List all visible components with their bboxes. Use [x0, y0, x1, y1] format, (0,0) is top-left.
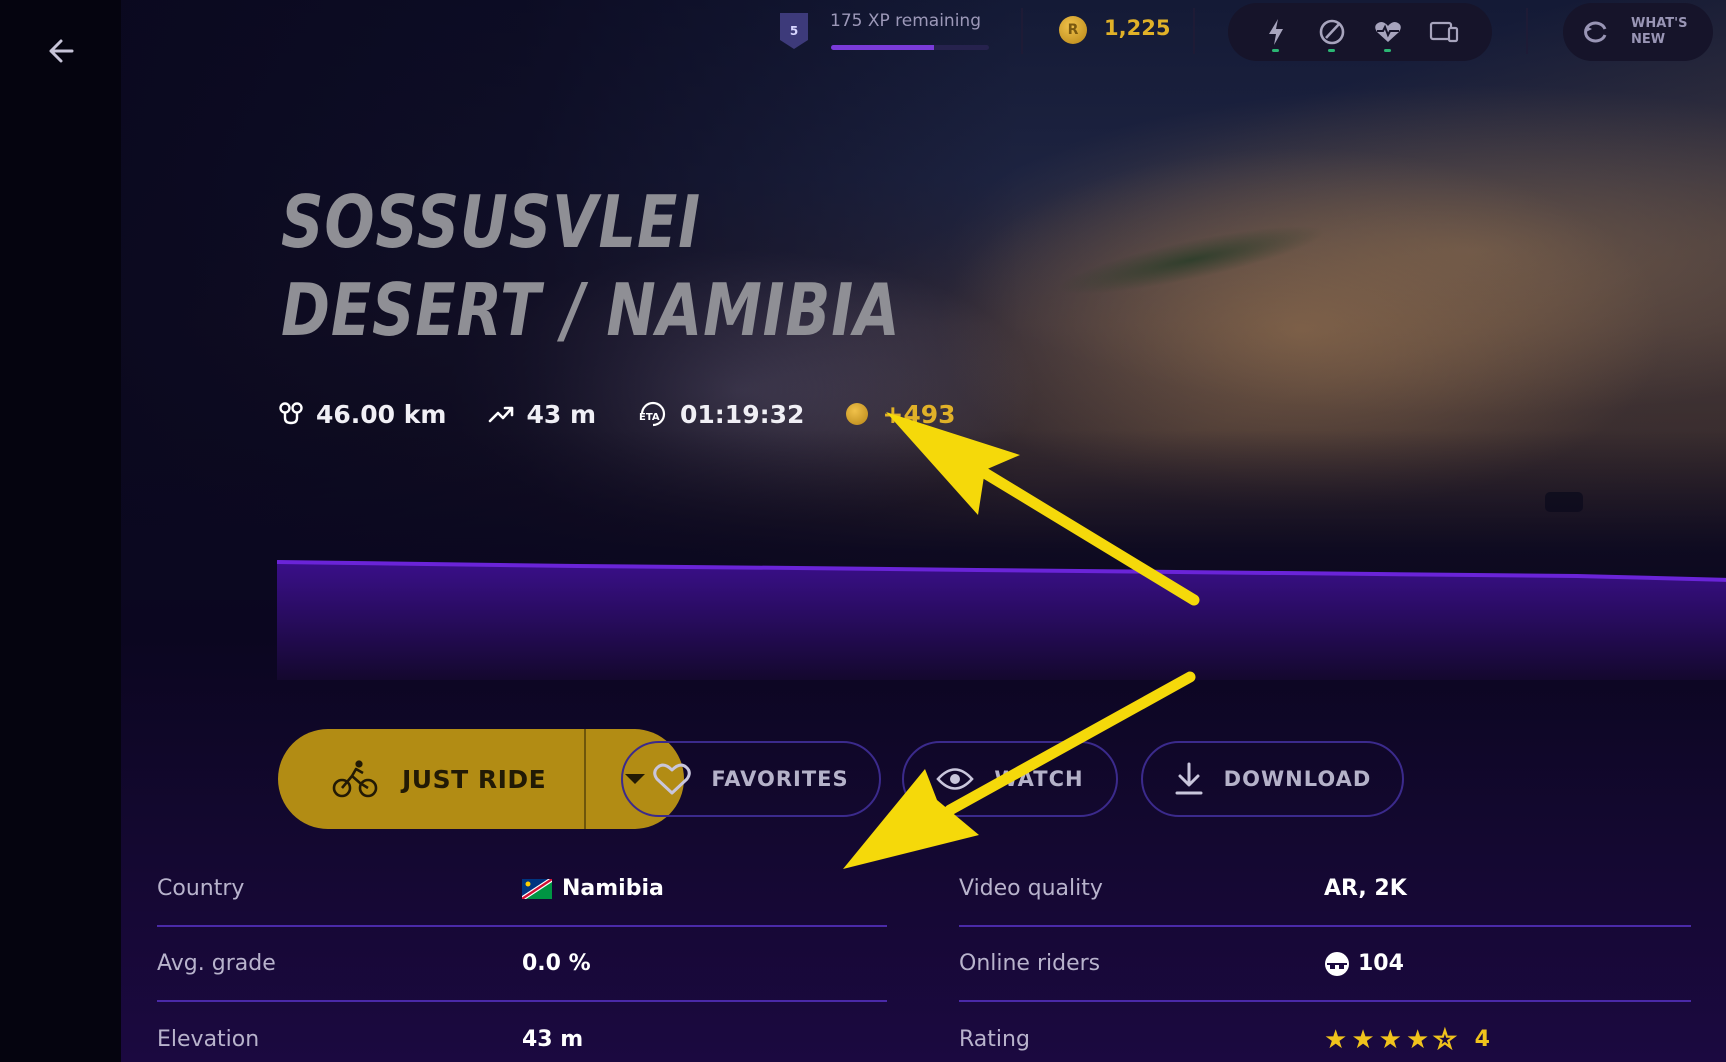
- power-meter-button[interactable]: [1256, 12, 1296, 52]
- elevation-stat: 43 m: [488, 400, 596, 429]
- watch-label: WATCH: [994, 767, 1084, 791]
- eta-stat: ETA 01:19:32: [638, 400, 804, 429]
- elevation-gain-value: 43 m: [526, 399, 597, 429]
- download-button[interactable]: DOWNLOAD: [1141, 741, 1404, 817]
- xp-remaining-text: 175 XP remaining: [830, 11, 981, 31]
- connected-indicator: [1272, 49, 1279, 52]
- devices-icon: [1429, 21, 1459, 43]
- level-badge: 5: [780, 13, 808, 49]
- detail-label: Elevation: [157, 1027, 260, 1052]
- bicycle-icon: [332, 760, 378, 798]
- left-rail: [0, 0, 121, 1062]
- devices-button[interactable]: [1424, 12, 1464, 52]
- coin-icon: [846, 403, 869, 425]
- route-pin-icon: [279, 402, 303, 425]
- detail-row-elevation: Elevation 43 m: [157, 1002, 887, 1062]
- rating-value: 4: [1474, 1027, 1490, 1052]
- just-ride-label: JUST RIDE: [402, 764, 547, 794]
- detail-label: Country: [157, 876, 245, 901]
- detail-label: Video quality: [959, 876, 1103, 901]
- download-icon: [1175, 762, 1203, 795]
- xp-progress-fill: [831, 45, 934, 50]
- star-icon: ★: [1378, 1024, 1402, 1055]
- eye-icon: [936, 768, 975, 790]
- detail-row-online-riders: Online riders 104: [959, 927, 1691, 1002]
- online-riders-value: 104: [1358, 951, 1404, 976]
- refresh-icon: [1584, 21, 1607, 43]
- heart-icon: [653, 763, 692, 795]
- download-label: DOWNLOAD: [1223, 767, 1372, 791]
- star-icon: ★: [1324, 1024, 1348, 1055]
- connected-indicator: [1384, 49, 1391, 52]
- eta-value: 01:19:32: [680, 399, 805, 429]
- speed-sensor-button[interactable]: [1312, 12, 1352, 52]
- eta-clock-icon: ETA: [639, 401, 666, 427]
- rating-stars: ★ ★ ★ ★ ☆ 4: [1324, 1024, 1490, 1055]
- distance-stat: 46.00 km: [278, 400, 446, 429]
- just-ride-button[interactable]: JUST RIDE: [278, 729, 584, 829]
- country-value: Namibia: [562, 876, 664, 901]
- elevation-value: 43 m: [522, 1027, 584, 1052]
- sensor-status-bar: [1228, 3, 1492, 61]
- topbar-divider: [1193, 8, 1195, 54]
- xp-progress-bar: [831, 45, 989, 50]
- detail-label: Online riders: [959, 951, 1101, 976]
- coin-reward-value: +493: [882, 399, 956, 429]
- video-quality-value: AR, 2K: [1324, 876, 1407, 901]
- star-outline-icon: ☆: [1432, 1024, 1457, 1055]
- speed-sensor-icon: [1319, 19, 1345, 45]
- namibia-flag-icon: [522, 878, 552, 899]
- heart-rate-icon: [1375, 22, 1401, 42]
- whats-new-button[interactable]: WHAT'S NEW: [1563, 3, 1713, 61]
- topbar-divider: [1021, 8, 1023, 54]
- trending-up-icon: [489, 406, 514, 423]
- topbar-divider: [1526, 8, 1528, 54]
- route-stats: 46.00 km 43 m ETA 01:19:32 +493: [278, 392, 998, 436]
- top-bar: 5 175 XP remaining R 1,225 WHAT'S NEW: [0, 0, 1726, 70]
- detail-value: 104: [1324, 951, 1404, 977]
- coin-reward-stat: +493: [846, 399, 956, 429]
- detail-label: Rating: [959, 1027, 1030, 1052]
- detail-row-video-quality: Video quality AR, 2K: [959, 852, 1691, 927]
- detail-label: Avg. grade: [157, 951, 276, 976]
- star-icon: ★: [1351, 1024, 1375, 1055]
- coin-icon: R: [1059, 16, 1087, 44]
- route-title: SOSSUSVLEI DESERT / NAMIBIA: [281, 180, 901, 352]
- distance-value: 46.00 km: [316, 399, 447, 429]
- coin-balance: 1,225: [1104, 16, 1171, 40]
- detail-value: Namibia: [522, 876, 664, 901]
- watch-button[interactable]: WATCH: [902, 741, 1118, 817]
- elevation-profile: [277, 560, 1726, 680]
- svg-text:ETA: ETA: [639, 412, 660, 423]
- helmet-icon: [1325, 951, 1349, 976]
- detail-row-country: Country Namibia: [157, 852, 887, 927]
- avg-grade-value: 0.0 %: [522, 951, 591, 976]
- favorites-button[interactable]: FAVORITES: [621, 741, 881, 817]
- detail-row-avg-grade: Avg. grade 0.0 %: [157, 927, 887, 1002]
- heart-rate-button[interactable]: [1368, 12, 1408, 52]
- power-meter-icon: [1269, 19, 1283, 45]
- detail-row-rating: Rating ★ ★ ★ ★ ☆ 4: [959, 1002, 1691, 1062]
- whats-new-label: WHAT'S NEW: [1631, 16, 1688, 47]
- favorites-label: FAVORITES: [711, 767, 849, 791]
- connected-indicator: [1328, 49, 1335, 52]
- star-icon: ★: [1405, 1024, 1430, 1055]
